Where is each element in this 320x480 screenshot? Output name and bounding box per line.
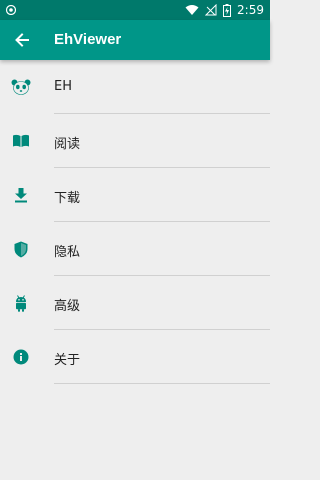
page-title: EhViewer <box>54 31 122 48</box>
settings-item-privacy[interactable]: 隐私 <box>0 222 270 276</box>
shield-icon <box>11 240 31 258</box>
status-icons: 2:59 <box>185 2 264 18</box>
android-icon <box>11 294 31 312</box>
download-icon <box>11 186 31 204</box>
settings-item-eh[interactable]: EH <box>0 60 270 114</box>
battery-charging-icon <box>223 3 232 17</box>
wifi-icon <box>185 5 199 15</box>
settings-item-label: 下载 <box>54 191 81 206</box>
settings-item-label: 关于 <box>54 353 81 368</box>
settings-item-download[interactable]: 下载 <box>0 168 270 222</box>
settings-list: EH 阅读 下载 隐私 高级 关于 <box>0 60 270 384</box>
settings-item-label: 高级 <box>54 299 81 314</box>
status-time: 2:59 <box>237 3 264 17</box>
notification-icon <box>6 5 16 15</box>
info-icon <box>11 348 31 366</box>
settings-item-label: 隐私 <box>54 245 81 260</box>
settings-item-advanced[interactable]: 高级 <box>0 276 270 330</box>
settings-item-label: EH <box>54 79 72 94</box>
app-bar: EhViewer <box>0 20 270 60</box>
settings-item-about[interactable]: 关于 <box>0 330 270 384</box>
divider <box>54 383 270 384</box>
no-signal-icon <box>205 4 217 16</box>
panda-icon <box>11 78 31 96</box>
settings-item-read[interactable]: 阅读 <box>0 114 270 168</box>
book-icon <box>11 132 31 150</box>
settings-item-label: 阅读 <box>54 137 81 152</box>
status-bar: 2:59 <box>0 0 270 20</box>
arrow-back-icon <box>15 33 29 47</box>
back-button[interactable] <box>8 26 36 54</box>
